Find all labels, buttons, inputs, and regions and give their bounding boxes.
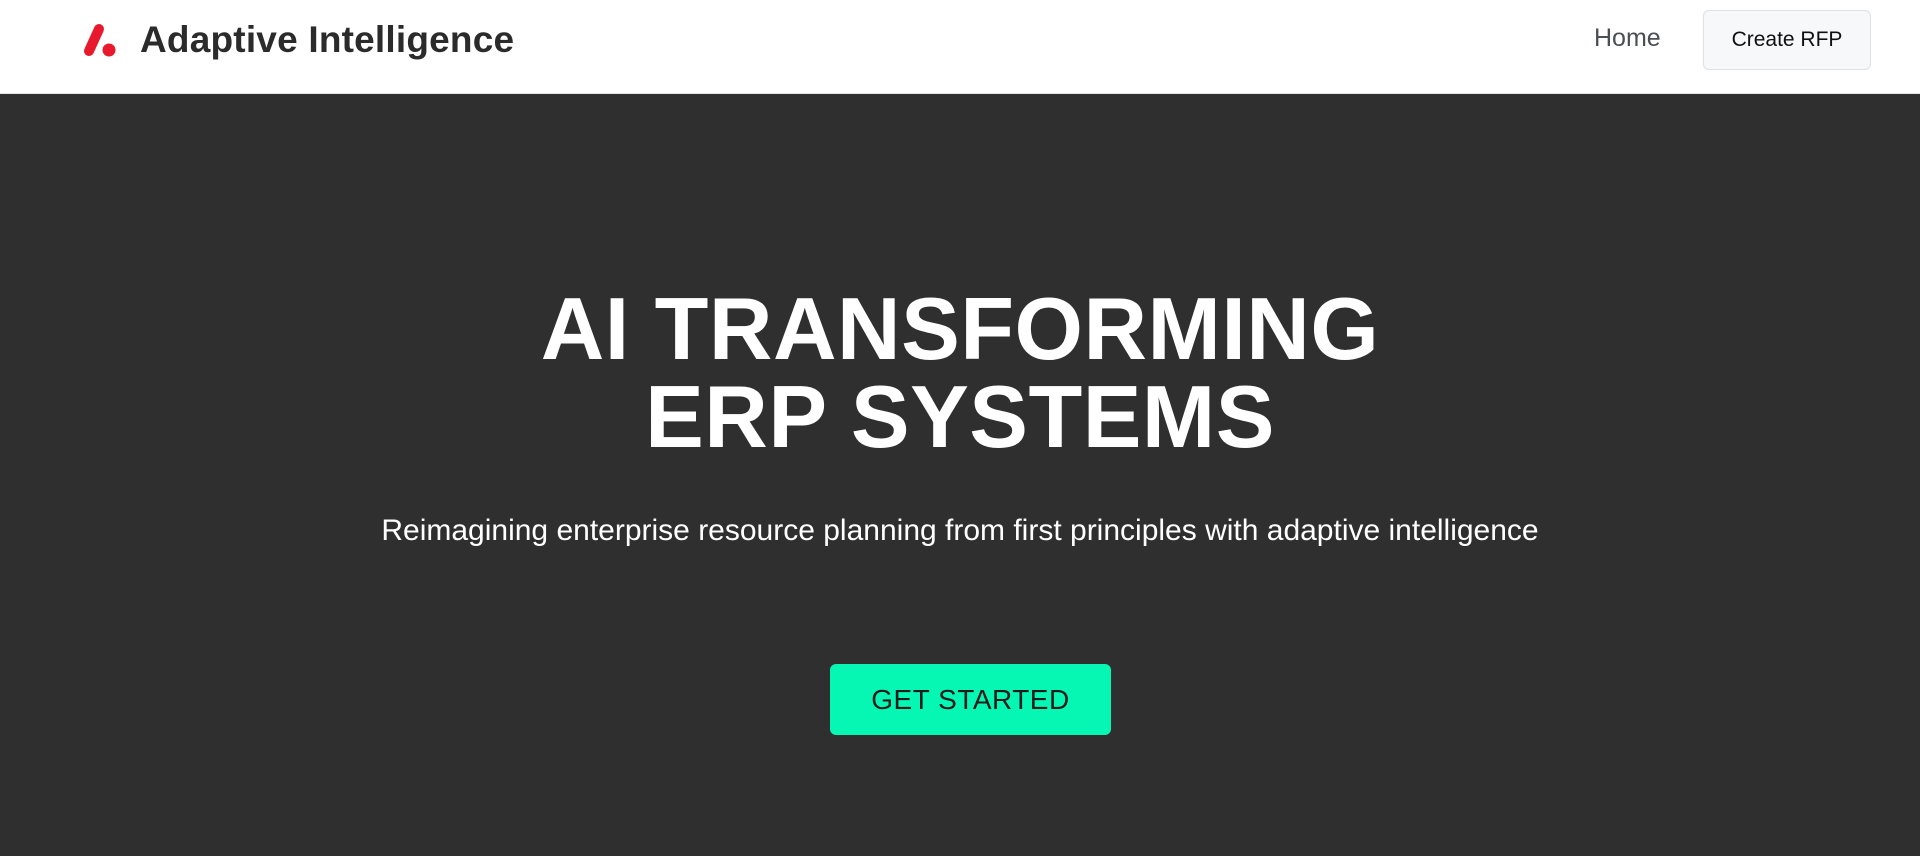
brand-name: Adaptive Intelligence: [140, 19, 515, 60]
nav-link-home[interactable]: Home: [1594, 24, 1661, 53]
hero-title-line-2: ERP SYSTEMS: [645, 367, 1275, 466]
hero-title-line-1: AI TRANSFORMING: [540, 279, 1380, 378]
create-rfp-button[interactable]: Create RFP: [1703, 10, 1871, 70]
brand[interactable]: Adaptive Intelligence: [80, 19, 515, 60]
brand-logo-icon: [84, 24, 116, 57]
hero-title: AI TRANSFORMING ERP SYSTEMS: [260, 285, 1660, 461]
top-navbar: Adaptive Intelligence Home Create RFP: [0, 0, 1920, 94]
hero-section: AI TRANSFORMING ERP SYSTEMS Reimagining …: [0, 95, 1920, 856]
get-started-button[interactable]: GET STARTED: [830, 664, 1111, 735]
hero-subtitle: Reimagining enterprise resource planning…: [381, 514, 1539, 547]
